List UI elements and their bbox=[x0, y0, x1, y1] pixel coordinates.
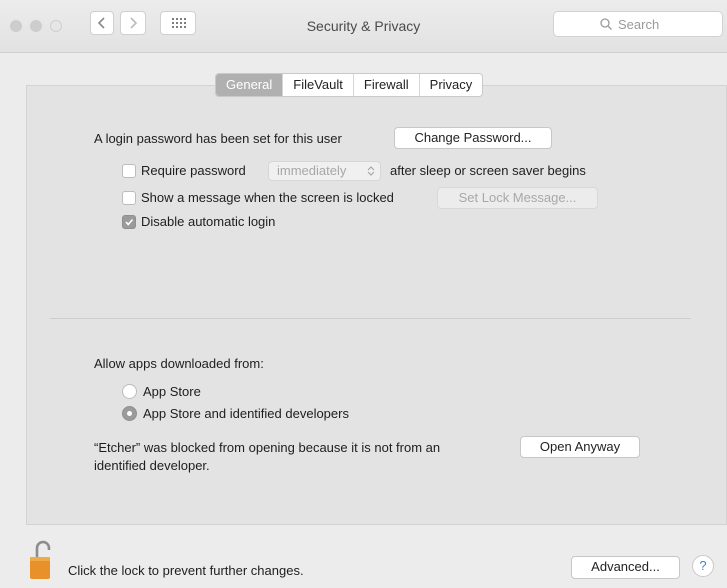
set-lock-message-button[interactable]: Set Lock Message... bbox=[437, 187, 598, 209]
tab-privacy[interactable]: Privacy bbox=[418, 74, 483, 96]
login-password-text: A login password has been set for this u… bbox=[94, 131, 342, 146]
require-password-delay-value: immediately bbox=[277, 163, 347, 178]
updown-arrows-icon bbox=[367, 166, 375, 176]
search-icon bbox=[600, 18, 612, 30]
blocked-app-message-line2: identified developer. bbox=[94, 458, 210, 473]
advanced-button[interactable]: Advanced... bbox=[571, 556, 680, 579]
disable-auto-login-label: Disable automatic login bbox=[141, 214, 276, 229]
tab-general[interactable]: General bbox=[216, 74, 283, 96]
allow-apps-heading: Allow apps downloaded from: bbox=[94, 356, 264, 371]
app-store-radio[interactable] bbox=[122, 384, 137, 399]
search-placeholder: Search bbox=[618, 17, 660, 32]
lock-instruction-text: Click the lock to prevent further change… bbox=[68, 563, 304, 578]
tab-filevault[interactable]: FileVault bbox=[282, 74, 353, 96]
blocked-app-message-line1: “Etcher” was blocked from opening becaus… bbox=[94, 440, 441, 455]
require-password-checkbox[interactable] bbox=[122, 164, 136, 178]
require-password-label: Require password bbox=[141, 163, 246, 178]
change-password-button[interactable]: Change Password... bbox=[394, 127, 552, 149]
require-password-suffix: after sleep or screen saver begins bbox=[390, 163, 586, 178]
section-divider bbox=[50, 318, 691, 319]
disable-auto-login-checkbox[interactable] bbox=[122, 215, 136, 229]
require-password-delay-select[interactable]: immediately bbox=[268, 161, 381, 181]
identified-developers-radio[interactable] bbox=[122, 406, 137, 421]
checkmark-icon bbox=[125, 218, 134, 226]
unlocked-padlock-icon bbox=[30, 540, 51, 579]
app-store-label: App Store bbox=[143, 384, 201, 399]
search-field[interactable]: Search bbox=[553, 11, 723, 37]
title-bar: Security & Privacy Search bbox=[0, 0, 727, 53]
show-message-label: Show a message when the screen is locked bbox=[141, 190, 394, 205]
help-button[interactable]: ? bbox=[692, 555, 714, 577]
show-message-checkbox[interactable] bbox=[122, 191, 136, 205]
open-anyway-button[interactable]: Open Anyway bbox=[520, 436, 640, 458]
identified-developers-label: App Store and identified developers bbox=[143, 406, 349, 421]
lock-button[interactable] bbox=[28, 540, 54, 580]
tab-bar: General FileVault Firewall Privacy bbox=[215, 73, 484, 97]
tab-firewall[interactable]: Firewall bbox=[352, 74, 419, 96]
